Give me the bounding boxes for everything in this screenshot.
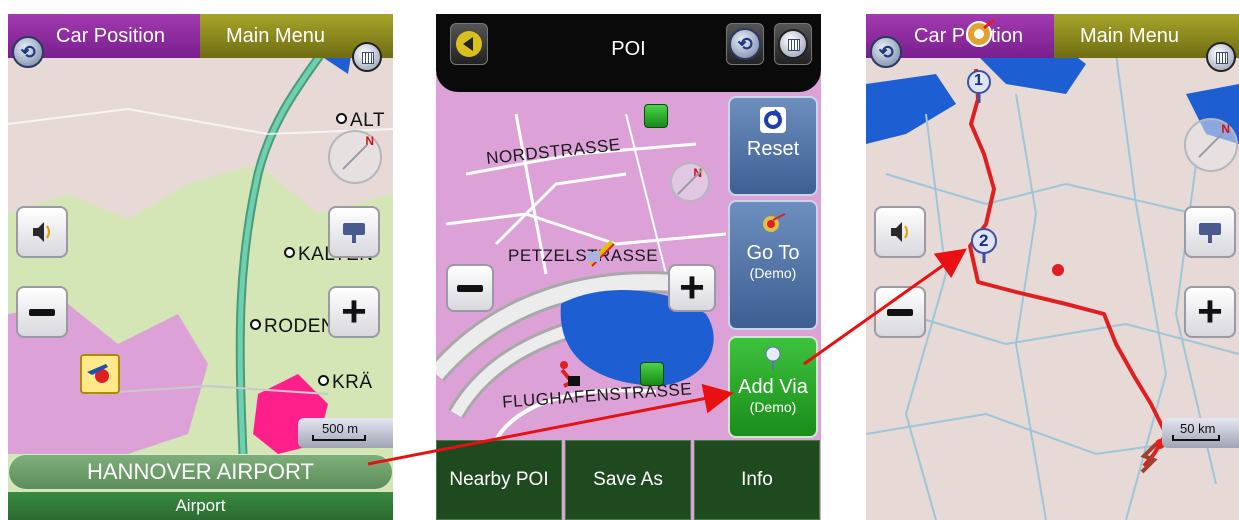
tab-main-menu-label: Main Menu	[1080, 24, 1179, 47]
via-point-2-marker[interactable]: 2	[970, 228, 998, 264]
compass-icon[interactable]: N	[670, 162, 710, 202]
via-point-1-label: 1	[974, 72, 983, 89]
city-label: KRÄ	[318, 372, 373, 394]
tab-main-menu-label: Main Menu	[226, 24, 325, 47]
scale-label: 50 km	[1180, 421, 1216, 436]
selected-poi-icon[interactable]	[586, 238, 616, 268]
speaker-icon[interactable]	[874, 206, 926, 258]
nav-logo-button[interactable]: ⟲	[726, 23, 764, 65]
compass-north-label: N	[693, 166, 702, 180]
compass-north-label: N	[1221, 122, 1230, 136]
city-label: ALT	[336, 110, 385, 132]
compass-icon[interactable]: N	[328, 130, 382, 184]
add-via-sub-label: (Demo)	[749, 399, 797, 415]
nav-logo-icon[interactable]: ⟲	[870, 36, 902, 68]
via-point-2-label: 2	[979, 231, 989, 250]
category-label: Airport	[175, 496, 226, 515]
goto-label: Go To	[746, 242, 800, 264]
goto-sub-label: (Demo)	[749, 265, 797, 281]
zoom-in-icon[interactable]: +	[328, 286, 380, 338]
zoom-out-icon[interactable]	[16, 286, 68, 338]
route-overview-screen: Car Position Main Menu ⟲ 1 2 N + 50 km	[866, 14, 1239, 520]
info-label: Info	[741, 469, 773, 490]
via-point-1-marker[interactable]: 1	[966, 70, 992, 104]
nav-logo-icon[interactable]: ⟲	[12, 36, 44, 68]
nav-logo-icon: ⟲	[729, 28, 761, 60]
save-as-button[interactable]: Save As	[565, 440, 691, 520]
car-position-map-screen: Car Position Main Menu ⟲ ALT KALTEN RODE…	[8, 14, 393, 520]
keyboard-icon[interactable]	[328, 206, 380, 258]
zoom-in-icon[interactable]: +	[668, 264, 716, 312]
map-scale: 500 m	[298, 418, 393, 448]
compass-icon[interactable]: N	[1184, 118, 1238, 172]
scale-label: 500 m	[322, 421, 359, 436]
speaker-icon[interactable]	[16, 206, 68, 258]
category-bar: Airport	[8, 492, 393, 520]
zoom-out-icon[interactable]	[446, 264, 494, 312]
nearby-poi-button[interactable]: Nearby POI	[436, 440, 562, 520]
menu-grid-icon[interactable]	[352, 42, 382, 72]
selected-address-bar[interactable]: HANNOVER AIRPORT	[8, 454, 393, 490]
poi-header: POI ⟲	[436, 14, 821, 92]
tab-car-position-label: Car Position	[56, 24, 165, 47]
nearby-poi-label: Nearby POI	[449, 469, 549, 490]
poi-marker-icon[interactable]	[644, 104, 668, 128]
zoom-out-icon[interactable]	[874, 286, 926, 338]
goto-flag-icon	[763, 213, 786, 232]
zoom-in-icon[interactable]: +	[1184, 286, 1236, 338]
walking-poi-icon[interactable]	[554, 360, 582, 388]
compass-north-label: N	[365, 134, 374, 148]
info-button[interactable]: Info	[694, 440, 820, 520]
address-label: HANNOVER AIRPORT	[87, 459, 314, 484]
keyboard-icon[interactable]	[1184, 206, 1236, 258]
add-via-pin-icon	[765, 346, 781, 370]
menu-button[interactable]	[774, 23, 812, 65]
destination-flag-icon[interactable]	[964, 18, 998, 52]
poi-marker-icon[interactable]	[640, 362, 664, 386]
reset-label: Reset	[746, 138, 800, 160]
add-via-button[interactable]: Add Via (Demo)	[728, 336, 818, 438]
menu-grid-icon[interactable]	[1206, 42, 1236, 72]
goto-button[interactable]: Go To (Demo)	[728, 200, 818, 330]
map-scale: 50 km	[1162, 418, 1239, 448]
reset-button[interactable]: Reset	[728, 96, 818, 196]
poi-screen: NORDSTRASSE PETZELSTRASSE FLUGHAFENSTRAS…	[436, 14, 821, 520]
menu-grid-icon	[778, 29, 808, 59]
add-via-label: Add Via	[738, 376, 808, 398]
save-as-label: Save As	[593, 469, 663, 490]
airport-poi-icon[interactable]	[80, 354, 120, 394]
street-label: PETZELSTRASSE	[508, 246, 659, 265]
reset-icon	[760, 107, 786, 133]
